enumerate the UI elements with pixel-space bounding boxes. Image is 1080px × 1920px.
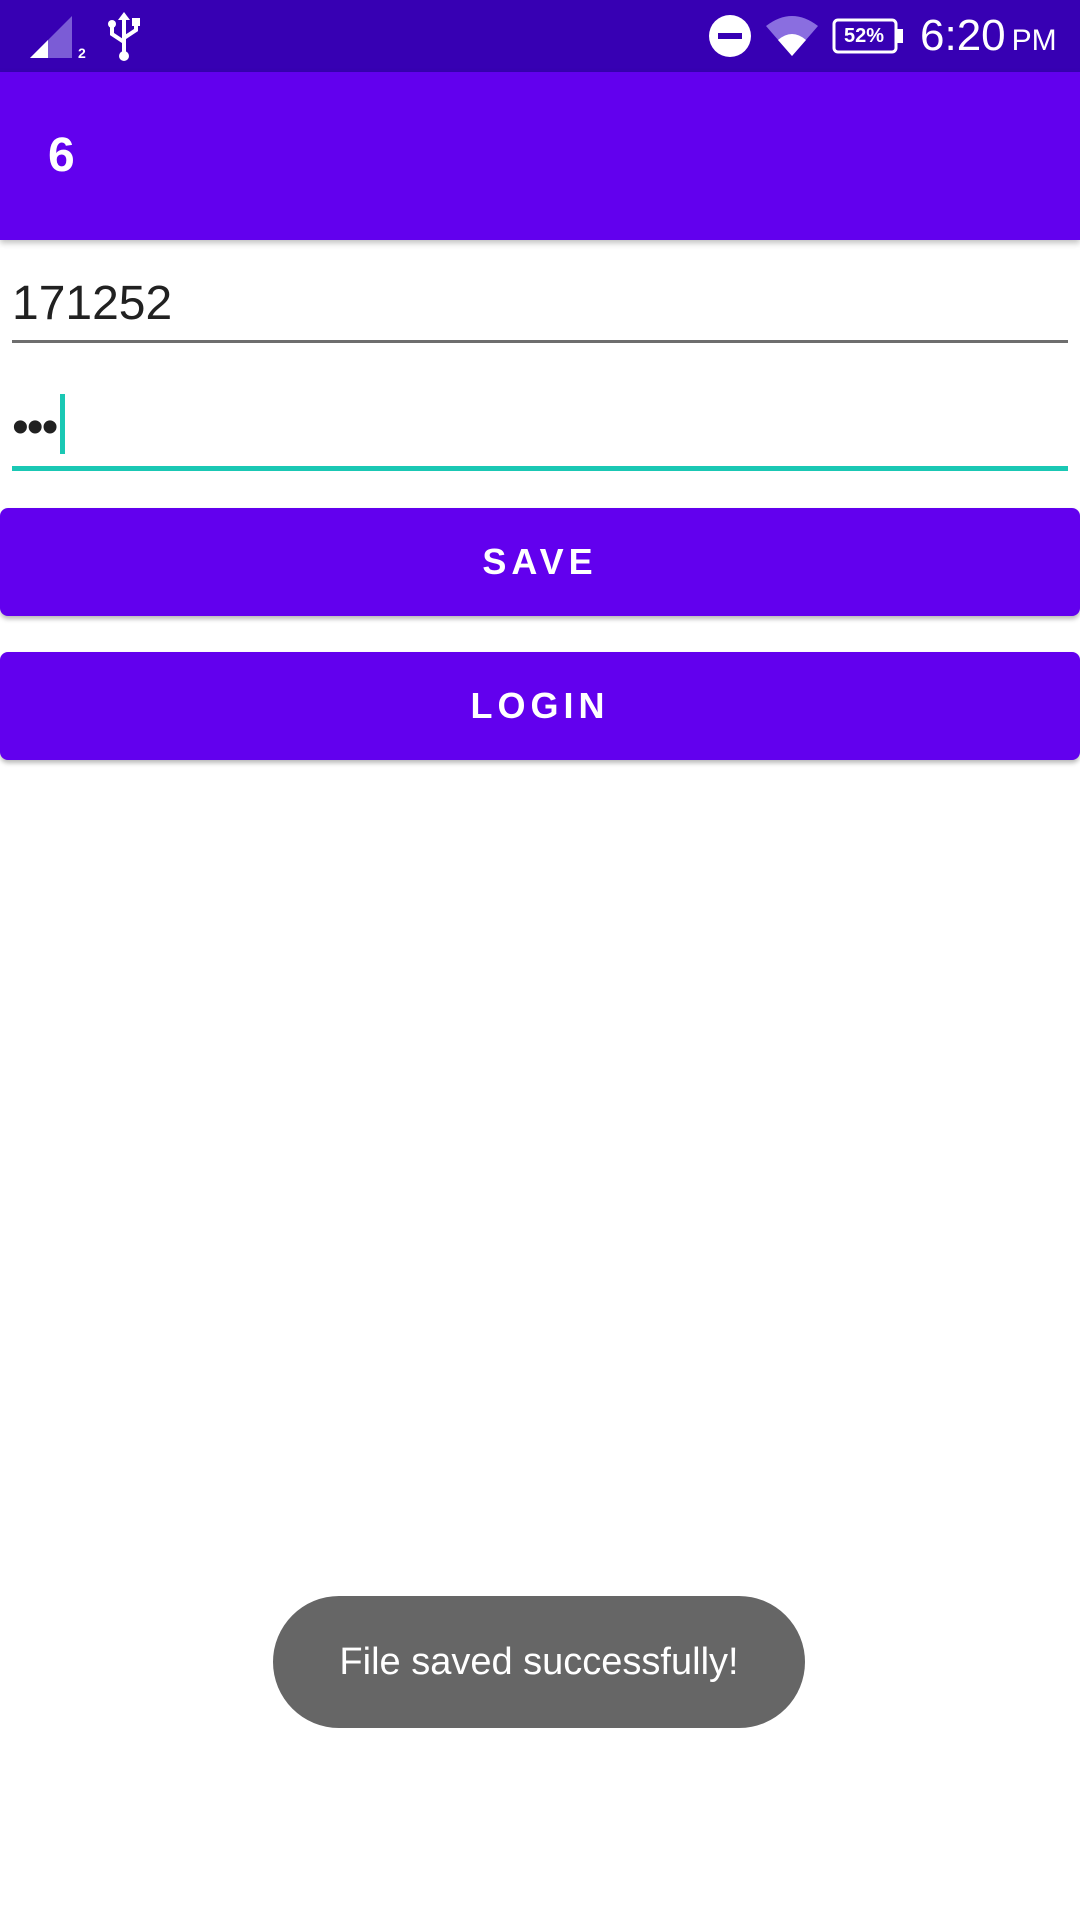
status-bar: 2 52% 6:20 PM [0, 0, 1080, 72]
toast-message: File saved successfully! [273, 1596, 805, 1728]
wifi-icon [766, 16, 818, 56]
clock-ampm: PM [1011, 24, 1057, 57]
login-button[interactable]: LOGIN [0, 652, 1080, 760]
app-bar: 6 [0, 72, 1080, 240]
app-screen: 2 52% 6:20 PM 6 171252 ••• SAVE LOGIN Fi… [0, 0, 1080, 1920]
username-field[interactable]: 171252 [12, 264, 1068, 343]
clock-time: 6:20 [920, 11, 1006, 60]
battery-icon: 52% [832, 18, 904, 54]
save-button[interactable]: SAVE [0, 508, 1080, 616]
username-value: 171252 [12, 277, 173, 330]
status-clock: 6:20 PM [920, 10, 1057, 62]
password-field[interactable]: ••• [12, 384, 1068, 471]
battery-percent: 52% [843, 25, 885, 47]
usb-icon [108, 12, 140, 61]
password-value: ••• [12, 400, 58, 454]
signal-icon: 2 [30, 16, 86, 60]
app-title: 6 [48, 129, 75, 182]
password-value-wrap: ••• [12, 394, 66, 460]
dnd-icon [709, 15, 751, 57]
sim-slot-label: 2 [78, 45, 86, 60]
text-cursor [60, 394, 66, 454]
